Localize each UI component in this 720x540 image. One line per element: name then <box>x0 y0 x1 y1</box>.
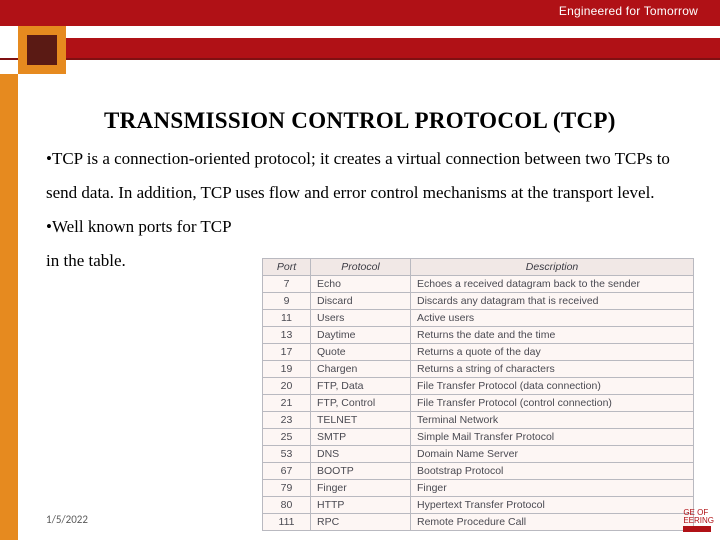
corner-text-2: EERING <box>683 516 714 525</box>
divider-rule <box>0 58 720 60</box>
table-row: 23TELNETTerminal Network <box>263 412 694 429</box>
tagline: Engineered for Tomorrow <box>559 4 698 18</box>
paragraph-1: TCP is a connection-oriented protocol; i… <box>46 149 670 202</box>
table-row: 25SMTPSimple Mail Transfer Protocol <box>263 429 694 446</box>
left-rail <box>0 74 18 540</box>
table-row: 17QuoteReturns a quote of the day <box>263 344 694 361</box>
page-title: TRANSMISSION CONTROL PROTOCOL (TCP) <box>104 108 616 134</box>
corner-bar-icon <box>683 526 711 532</box>
ports-table: Port Protocol Description 7EchoEchoes a … <box>262 258 694 531</box>
table-row: 21FTP, ControlFile Transfer Protocol (co… <box>263 395 694 412</box>
th-port: Port <box>263 259 311 276</box>
footer-logo-fragment: GE OF EERING <box>683 509 714 534</box>
table-row: 7EchoEchoes a received datagram back to … <box>263 276 694 293</box>
table-body: 7EchoEchoes a received datagram back to … <box>263 276 694 531</box>
table-row: 111RPCRemote Procedure Call <box>263 514 694 531</box>
table-row: 9DiscardDiscards any datagram that is re… <box>263 293 694 310</box>
paragraph-2a: Well known ports for TCP <box>52 217 232 236</box>
table-row: 80HTTPHypertext Transfer Protocol <box>263 497 694 514</box>
paragraph-2b: in the table. <box>46 251 126 270</box>
table-row: 53DNSDomain Name Server <box>263 446 694 463</box>
red-band <box>38 38 720 60</box>
table-header-row: Port Protocol Description <box>263 259 694 276</box>
footer-date: 1/5/2022 <box>46 513 88 526</box>
slide: Engineered for Tomorrow TRANSMISSION CON… <box>0 0 720 540</box>
table-row: 11UsersActive users <box>263 310 694 327</box>
th-protocol: Protocol <box>311 259 411 276</box>
table-row: 20FTP, DataFile Transfer Protocol (data … <box>263 378 694 395</box>
table-row: 19ChargenReturns a string of characters <box>263 361 694 378</box>
corner-notch-inner <box>27 35 57 65</box>
table-row: 79FingerFinger <box>263 480 694 497</box>
th-description: Description <box>411 259 694 276</box>
table-row: 13DaytimeReturns the date and the time <box>263 327 694 344</box>
table-row: 67BOOTPBootstrap Protocol <box>263 463 694 480</box>
